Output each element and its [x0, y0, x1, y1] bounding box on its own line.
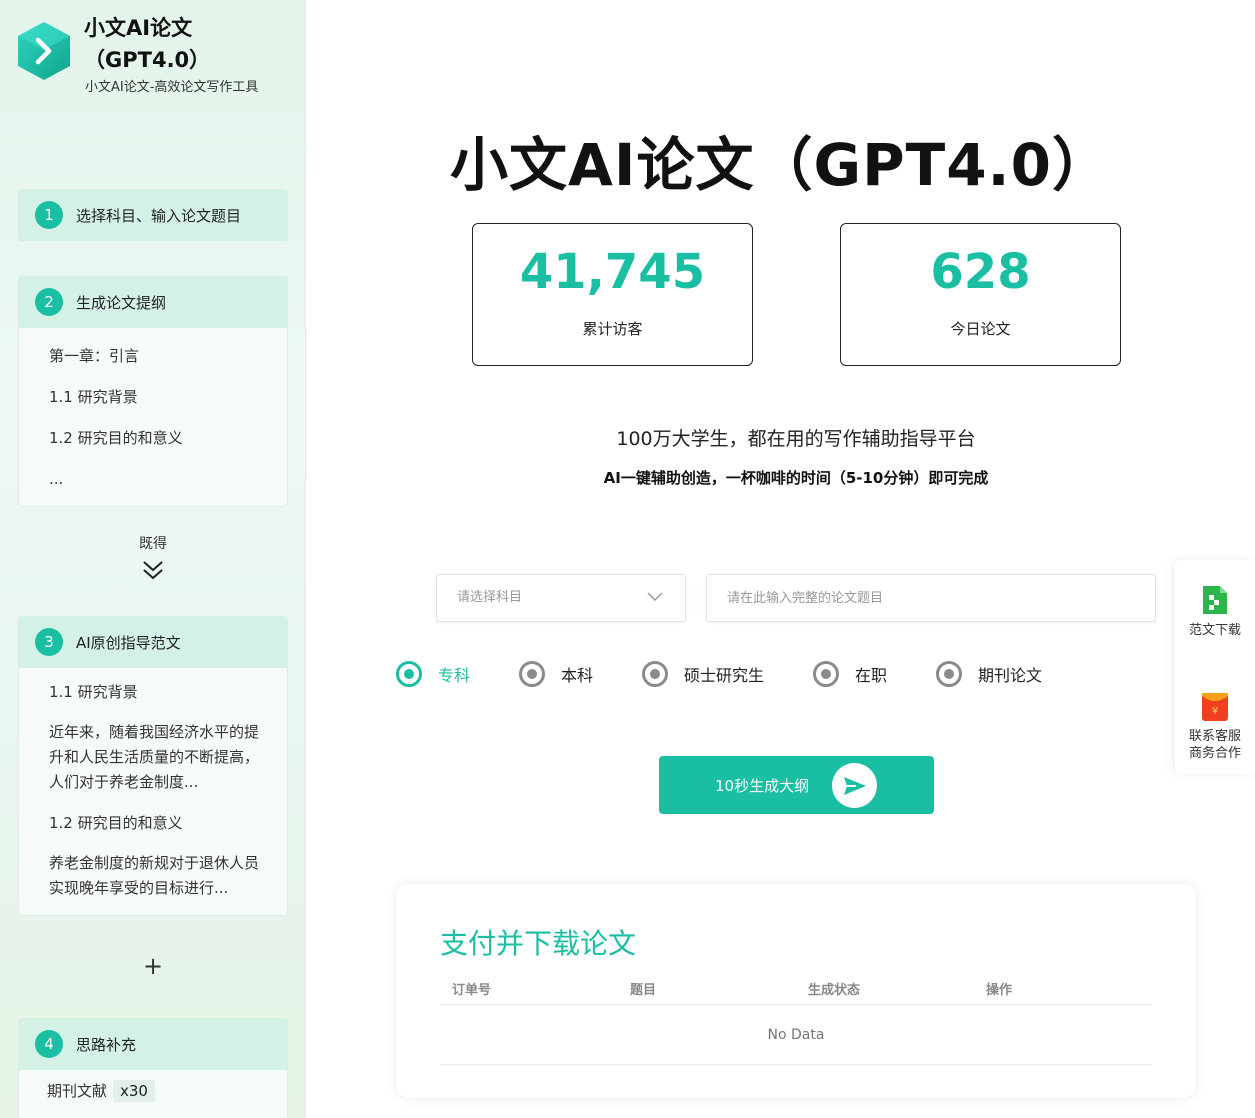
outline-preview: 第一章：引言 1.1 研究背景 1.2 研究目的和意义 ...	[18, 328, 288, 507]
subject-select[interactable]: 请选择科目	[436, 574, 686, 622]
payment-title: 支付并下载论文	[440, 927, 637, 960]
step-number: 4	[35, 1030, 63, 1058]
supplement-count-badge: x30	[113, 1080, 155, 1102]
between-text: 既得	[139, 536, 167, 552]
column-header-title: 题目	[630, 982, 657, 998]
step-label: AI原创指导范文	[76, 633, 181, 652]
sidebar: 小文AI论文（GPT4.0） 小文AI论文-高效论文写作工具 1 选择科目、输入…	[0, 0, 306, 1118]
stat-label: 累计访客	[582, 320, 643, 338]
generate-outline-label: 10秒生成大纲	[715, 776, 810, 795]
step-1-card: 1 选择科目、输入论文题目	[18, 189, 288, 241]
paper-title-input[interactable]	[706, 574, 1156, 622]
step-label: 生成论文提纲	[76, 293, 167, 312]
plus-icon: +	[142, 952, 164, 980]
step-3-header: 3 AI原创指导范文	[18, 616, 288, 668]
level-radio-inservice[interactable]: 在职	[813, 660, 887, 688]
step-3-card: 3 AI原创指导范文 1.1 研究背景 近年来，随着我国经济水平的提升和人民生活…	[18, 616, 288, 916]
essay-heading: 1.1 研究背景	[49, 683, 138, 701]
stat-papers-today: 628 今日论文	[840, 223, 1121, 366]
level-radio-master[interactable]: 硕士研究生	[642, 660, 764, 688]
step-2-card: 2 生成论文提纲 第一章：引言 1.1 研究背景 1.2 研究目的和意义 ...	[18, 276, 288, 507]
step-label: 思路补充	[76, 1035, 137, 1054]
radio-label: 专科	[438, 666, 471, 685]
step-4-card: 4 思路补充 期刊文献 x30	[18, 1018, 288, 1118]
contact-service-button[interactable]: ¥ 联系客服 商务合作	[1175, 692, 1255, 762]
supplement-preview: 期刊文献 x30	[18, 1070, 288, 1118]
radio-icon	[519, 661, 545, 687]
essay-paragraph: 养老金制度的新规对于退休人员实现晚年享受的目标进行...	[49, 854, 260, 897]
outline-item: ...	[49, 470, 64, 488]
empty-state: No Data	[440, 1005, 1152, 1065]
double-chevron-down-icon	[143, 561, 163, 580]
subject-select-placeholder: 请选择科目	[457, 590, 523, 605]
chevron-down-icon	[647, 592, 663, 602]
radio-label: 硕士研究生	[684, 666, 765, 685]
payment-panel: 支付并下载论文 订单号 题目 生成状态 操作 No Data	[396, 884, 1196, 1098]
step-1-header: 1 选择科目、输入论文题目	[18, 189, 288, 241]
column-header-status: 生成状态	[808, 982, 861, 998]
brand-subtitle: 小文AI论文-高效论文写作工具	[85, 80, 259, 95]
page-title: 小文AI论文（GPT4.0）	[450, 131, 1111, 199]
step-label: 选择科目、输入论文题目	[76, 206, 242, 225]
sample-download-button[interactable]: 范文下载	[1175, 584, 1255, 639]
step-number: 2	[35, 288, 63, 316]
stat-visitors: 41,745 累计访客	[472, 223, 753, 366]
essay-preview: 1.1 研究背景 近年来，随着我国经济水平的提升和人民生活质量的不断提高，人们对…	[18, 668, 288, 916]
column-header-order-no: 订单号	[452, 982, 492, 998]
level-radio-zhuanke[interactable]: 专科	[396, 660, 470, 688]
outline-item: 第一章：引言	[49, 347, 140, 365]
step-4-header: 4 思路补充	[18, 1018, 288, 1070]
level-radio-benke[interactable]: 本科	[519, 660, 593, 688]
column-header-action: 操作	[986, 982, 1013, 998]
orders-table: 订单号 题目 生成状态 操作 No Data	[440, 972, 1152, 1065]
business-cooperation-label: 商务合作	[1188, 746, 1241, 761]
outline-item: 1.2 研究目的和意义	[49, 429, 183, 447]
tagline-secondary: AI一键辅助创造，一杯咖啡的时间（5-10分钟）即可完成	[603, 469, 989, 487]
stat-value: 628	[930, 244, 1031, 300]
contact-service-label: 联系客服	[1188, 729, 1241, 744]
essay-paragraph: 近年来，随着我国经济水平的提升和人民生活质量的不断提高，人们对于养老金制度...	[49, 723, 260, 791]
radio-selected-icon	[396, 661, 422, 687]
logo-icon	[18, 22, 70, 80]
step-2-header: 2 生成论文提纲	[18, 276, 288, 328]
supplement-item-label: 期刊文献	[47, 1082, 108, 1100]
step-number: 1	[35, 201, 63, 229]
essay-heading: 1.2 研究目的和意义	[49, 814, 183, 832]
brand-title: 小文AI论文（GPT4.0）	[84, 16, 211, 72]
step-number: 3	[35, 628, 63, 656]
level-radio-journal[interactable]: 期刊论文	[936, 660, 1042, 688]
radio-icon	[813, 661, 839, 687]
table-header: 订单号 题目 生成状态 操作	[440, 972, 1152, 1005]
stat-value: 41,745	[519, 244, 706, 300]
sample-download-label: 范文下载	[1188, 623, 1241, 638]
radio-label: 在职	[855, 666, 888, 685]
radio-icon	[936, 661, 962, 687]
svg-text:¥: ¥	[1212, 706, 1218, 717]
send-icon	[832, 763, 877, 808]
radio-label: 期刊论文	[978, 666, 1043, 685]
red-envelope-icon: ¥	[1202, 693, 1228, 721]
brand: 小文AI论文（GPT4.0） 小文AI论文-高效论文写作工具	[16, 10, 301, 100]
between-label: 既得	[0, 533, 306, 581]
excel-file-icon	[1203, 586, 1227, 614]
stat-label: 今日论文	[950, 320, 1011, 338]
radio-icon	[642, 661, 668, 687]
floating-side-bar: 范文下载 ¥ 联系客服 商务合作	[1175, 560, 1255, 774]
tagline: 100万大学生，都在用的写作辅助指导平台	[616, 428, 976, 450]
generate-outline-button[interactable]: 10秒生成大纲	[659, 756, 934, 814]
outline-item: 1.1 研究背景	[49, 388, 138, 406]
radio-label: 本科	[561, 666, 594, 685]
